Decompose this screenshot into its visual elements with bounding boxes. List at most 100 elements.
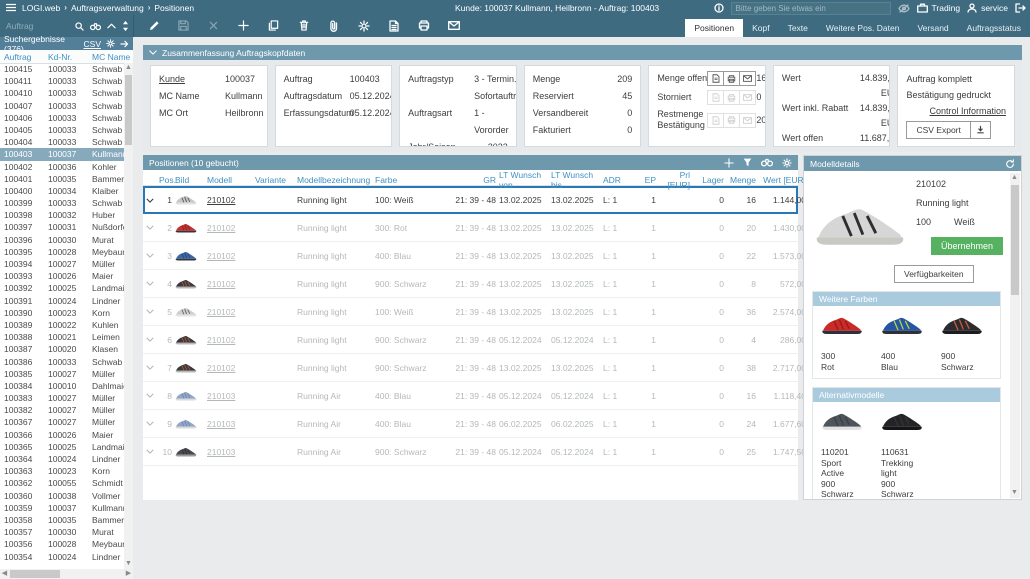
collapse-search-icon[interactable] — [107, 23, 116, 29]
position-row[interactable]: 9 210103 Running Air400: Blau 21: 39 - 4… — [143, 410, 798, 438]
sidebar-collapse-icon[interactable] — [120, 40, 129, 48]
position-row[interactable]: 4 210102 Running light900: Schwarz 21: 3… — [143, 270, 798, 298]
apply-button[interactable]: Übernehmen — [931, 237, 1003, 255]
result-row[interactable]: 100391100024Lindner — [0, 295, 133, 307]
result-row[interactable]: 100364100024Lindner — [0, 453, 133, 465]
mail-icon[interactable] — [447, 19, 460, 32]
result-row[interactable]: 100406100033Schwab — [0, 112, 133, 124]
result-row[interactable]: 100384100010Dahlmaier — [0, 380, 133, 392]
color-variant[interactable]: 900Schwarz — [941, 314, 989, 372]
tab-kopf[interactable]: Kopf — [743, 19, 779, 37]
result-row[interactable]: 100358100035Bammert — [0, 514, 133, 526]
column-header[interactable]: LT Wunsch von — [499, 170, 551, 190]
result-row[interactable]: 100359100037Kullmann — [0, 502, 133, 514]
result-row[interactable]: 100360100038Vollmer — [0, 490, 133, 502]
column-header[interactable]: GR — [443, 175, 499, 185]
settings-icon[interactable] — [357, 19, 370, 32]
mail-icon[interactable] — [740, 72, 755, 85]
breadcrumb-item[interactable]: LOGI.web — [22, 3, 60, 13]
search-icon[interactable] — [75, 22, 84, 31]
position-row[interactable]: 2 210102 Running light300: Rot 21: 39 - … — [143, 214, 798, 242]
result-row[interactable]: 100404100033Schwab — [0, 136, 133, 148]
result-row[interactable]: 100403100037Kullmann — [0, 148, 133, 160]
add-icon[interactable] — [237, 19, 250, 32]
expand-row-icon[interactable] — [146, 198, 159, 203]
position-row[interactable]: 5 210102 Running light100: Weiß 21: 39 -… — [143, 298, 798, 326]
download-icon[interactable] — [970, 121, 991, 139]
result-row[interactable]: 100415100033Schwab — [0, 63, 133, 75]
copy-icon[interactable] — [267, 19, 280, 32]
info-icon[interactable] — [714, 3, 724, 13]
result-row[interactable]: 100393100026Maier — [0, 270, 133, 282]
column-header[interactable]: LT Wunsch bis — [551, 170, 603, 190]
result-row[interactable]: 100357100030Murat — [0, 526, 133, 538]
details-vertical-scrollbar[interactable]: ▲▼ — [1010, 173, 1020, 498]
result-row[interactable]: 100388100021Leimen — [0, 331, 133, 343]
expand-row-icon[interactable] — [146, 393, 159, 398]
result-row[interactable]: 100394100027Müller — [0, 258, 133, 270]
breadcrumb-item[interactable]: Auftragsverwaltung — [71, 3, 144, 13]
result-row[interactable]: 100392100025Landmaier — [0, 282, 133, 294]
document-icon[interactable] — [387, 19, 400, 32]
refresh-icon[interactable] — [1005, 159, 1015, 169]
model-link[interactable]: 210102 — [207, 307, 255, 317]
filter-icon[interactable] — [743, 158, 752, 167]
result-row[interactable]: 100390100023Korn — [0, 307, 133, 319]
result-row[interactable]: 100387100020Klasen — [0, 343, 133, 355]
column-header[interactable]: Menge — [727, 175, 759, 185]
result-row[interactable]: 100407100033Schwab — [0, 100, 133, 112]
visibility-icon[interactable] — [898, 4, 910, 13]
result-row[interactable]: 100385100027Müller — [0, 368, 133, 380]
column-header[interactable]: Pos. — [159, 175, 175, 185]
expand-row-icon[interactable] — [146, 309, 159, 314]
result-row[interactable]: 100410100033Schwab — [0, 87, 133, 99]
result-row[interactable]: 100397100031Nußdorfer — [0, 221, 133, 233]
result-row[interactable]: 100356100028Meybaum — [0, 538, 133, 550]
sidebar-vertical-scrollbar[interactable]: ▲▼ — [124, 63, 133, 569]
tab-auftragsstatus[interactable]: Auftragsstatus — [958, 19, 1030, 37]
column-header[interactable]: ADR — [603, 175, 629, 185]
result-row[interactable]: 100383100027Müller — [0, 392, 133, 404]
user-menu[interactable]: service — [967, 3, 1008, 13]
attachment-icon[interactable] — [327, 19, 340, 32]
find-position-icon[interactable] — [761, 158, 773, 167]
print-icon[interactable] — [724, 72, 740, 85]
tab-positionen[interactable]: Positionen — [685, 19, 743, 37]
result-row[interactable]: 100363100023Korn — [0, 465, 133, 477]
sidebar-horizontal-scrollbar[interactable]: ◀▶ — [0, 569, 133, 579]
result-row[interactable]: 100362100055Schmidt — [0, 477, 133, 489]
expand-row-icon[interactable] — [146, 253, 159, 258]
model-link[interactable]: 210102 — [207, 195, 255, 205]
tab-weitere-pos-daten[interactable]: Weitere Pos. Daten — [817, 19, 909, 37]
column-header[interactable]: Lager — [693, 175, 727, 185]
result-row[interactable]: 100398100032Huber — [0, 209, 133, 221]
result-row[interactable]: 100366100026Maier — [0, 429, 133, 441]
position-row[interactable]: 6 210102 Running light900: Schwarz 21: 3… — [143, 326, 798, 354]
column-header[interactable]: Modellbezeichnung — [297, 175, 375, 185]
column-header[interactable]: Prl [EUR] — [659, 170, 693, 190]
document-icon[interactable] — [708, 72, 724, 85]
color-variant[interactable]: 400Blau — [881, 314, 929, 372]
breadcrumb-item[interactable]: Positionen — [154, 3, 194, 13]
result-row[interactable]: 100405100033Schwab — [0, 124, 133, 136]
expand-row-icon[interactable] — [146, 337, 159, 342]
alternative-model[interactable]: 110631Trekkinglight900Schwarz — [881, 410, 929, 499]
result-row[interactable]: 100411100033Schwab — [0, 75, 133, 87]
model-link[interactable]: 210102 — [207, 335, 255, 345]
column-header[interactable]: Variante — [255, 175, 297, 185]
positions-column-headers[interactable]: Pos.BildModellVarianteModellbezeichnungF… — [143, 170, 798, 186]
menu-icon[interactable] — [6, 3, 16, 12]
column-header[interactable]: Farbe — [375, 175, 443, 185]
trading-menu[interactable]: Trading — [917, 3, 961, 13]
alternative-model[interactable]: 110201SportActive900Schwarz — [821, 410, 869, 499]
result-row[interactable]: 100400100034Klaiber — [0, 185, 133, 197]
sidebar-column-headers[interactable]: Auftrag Kd-Nr. MC Name — [0, 50, 133, 64]
result-row[interactable]: 100389100022Kuhlen — [0, 319, 133, 331]
column-header[interactable]: EP — [629, 175, 659, 185]
column-header[interactable]: Bild — [175, 175, 207, 185]
expand-row-icon[interactable] — [146, 421, 159, 426]
model-link[interactable]: 210102 — [207, 363, 255, 373]
delete-icon[interactable] — [297, 19, 310, 32]
expand-row-icon[interactable] — [146, 365, 159, 370]
binoculars-icon[interactable] — [90, 22, 101, 31]
